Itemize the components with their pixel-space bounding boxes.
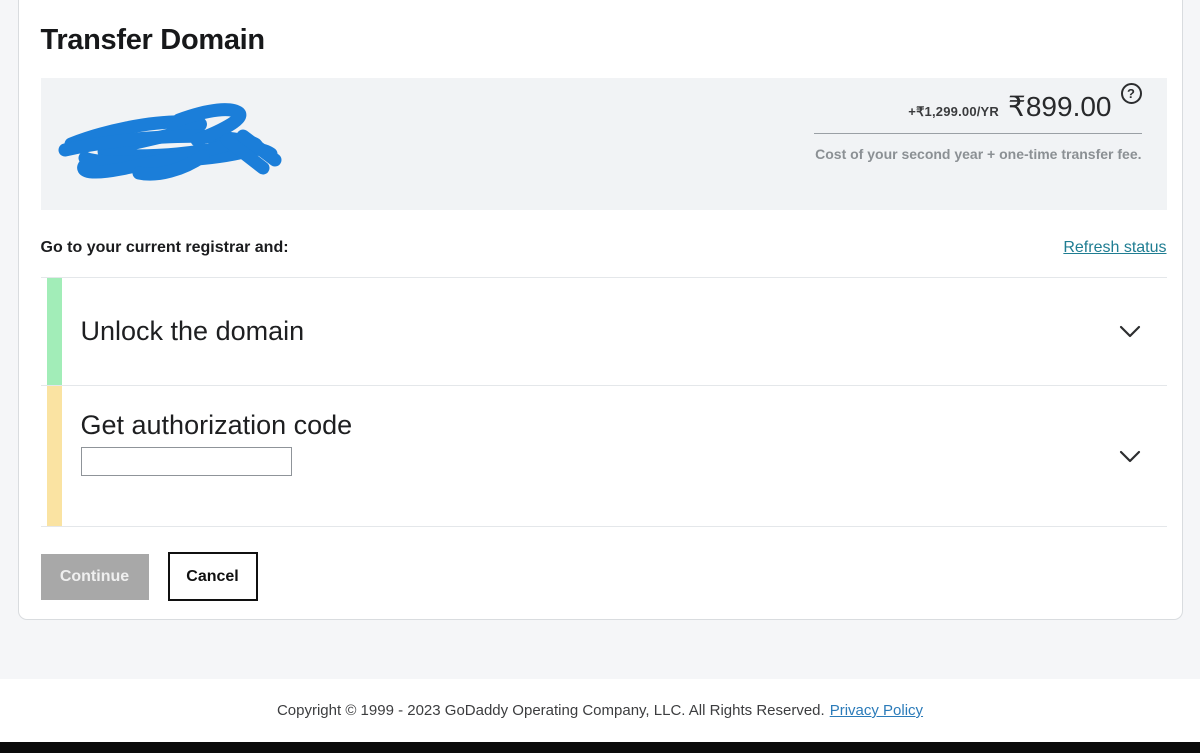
chevron-down-icon[interactable] xyxy=(1119,325,1141,338)
chevron-down-icon[interactable] xyxy=(1119,450,1141,463)
redacted-domain-scribble xyxy=(58,103,281,181)
action-buttons-row: Continue Cancel xyxy=(40,552,1167,601)
step-unlock-domain[interactable]: Unlock the domain xyxy=(41,278,1167,385)
price-area: +₹1,299.00/YR ₹899.00 ? Cost of your sec… xyxy=(813,83,1142,162)
refresh-status-link[interactable]: Refresh status xyxy=(1063,239,1166,257)
cancel-button[interactable]: Cancel xyxy=(167,552,258,601)
registrar-instructions-label: Go to your current registrar and: xyxy=(40,239,289,256)
step-title: Get authorization code xyxy=(80,410,353,440)
divider xyxy=(40,526,1167,527)
price-divider xyxy=(813,133,1142,134)
domain-summary-box: +₹1,299.00/YR ₹899.00 ? Cost of your sec… xyxy=(40,78,1167,210)
copyright-text: Copyright © 1999 - 2023 GoDaddy Operatin… xyxy=(276,702,825,719)
step-status-bar-pending xyxy=(46,386,62,526)
registrar-instructions-row: Go to your current registrar and: Refres… xyxy=(41,239,1167,257)
step-title: Unlock the domain xyxy=(80,316,305,346)
page-footer: Copyright © 1999 - 2023 GoDaddy Operatin… xyxy=(0,679,1200,742)
privacy-policy-link[interactable]: Privacy Policy xyxy=(830,702,923,719)
price-note: Cost of your second year + one-time tran… xyxy=(815,146,1142,162)
help-icon[interactable]: ? xyxy=(1120,83,1142,104)
renewal-price: +₹1,299.00/YR xyxy=(908,104,1000,119)
step-status-bar-done xyxy=(46,278,62,385)
continue-button[interactable]: Continue xyxy=(40,553,149,600)
step-get-authorization-code[interactable]: Get authorization code xyxy=(41,386,1167,526)
authorization-code-input[interactable] xyxy=(80,447,292,476)
transfer-domain-card: Transfer Domain +₹1,299.00/YR ₹899.00 ? … xyxy=(17,0,1183,620)
transfer-price: ₹899.00 xyxy=(1008,91,1112,122)
bottom-black-bar xyxy=(0,742,1200,753)
page-title: Transfer Domain xyxy=(40,24,266,56)
